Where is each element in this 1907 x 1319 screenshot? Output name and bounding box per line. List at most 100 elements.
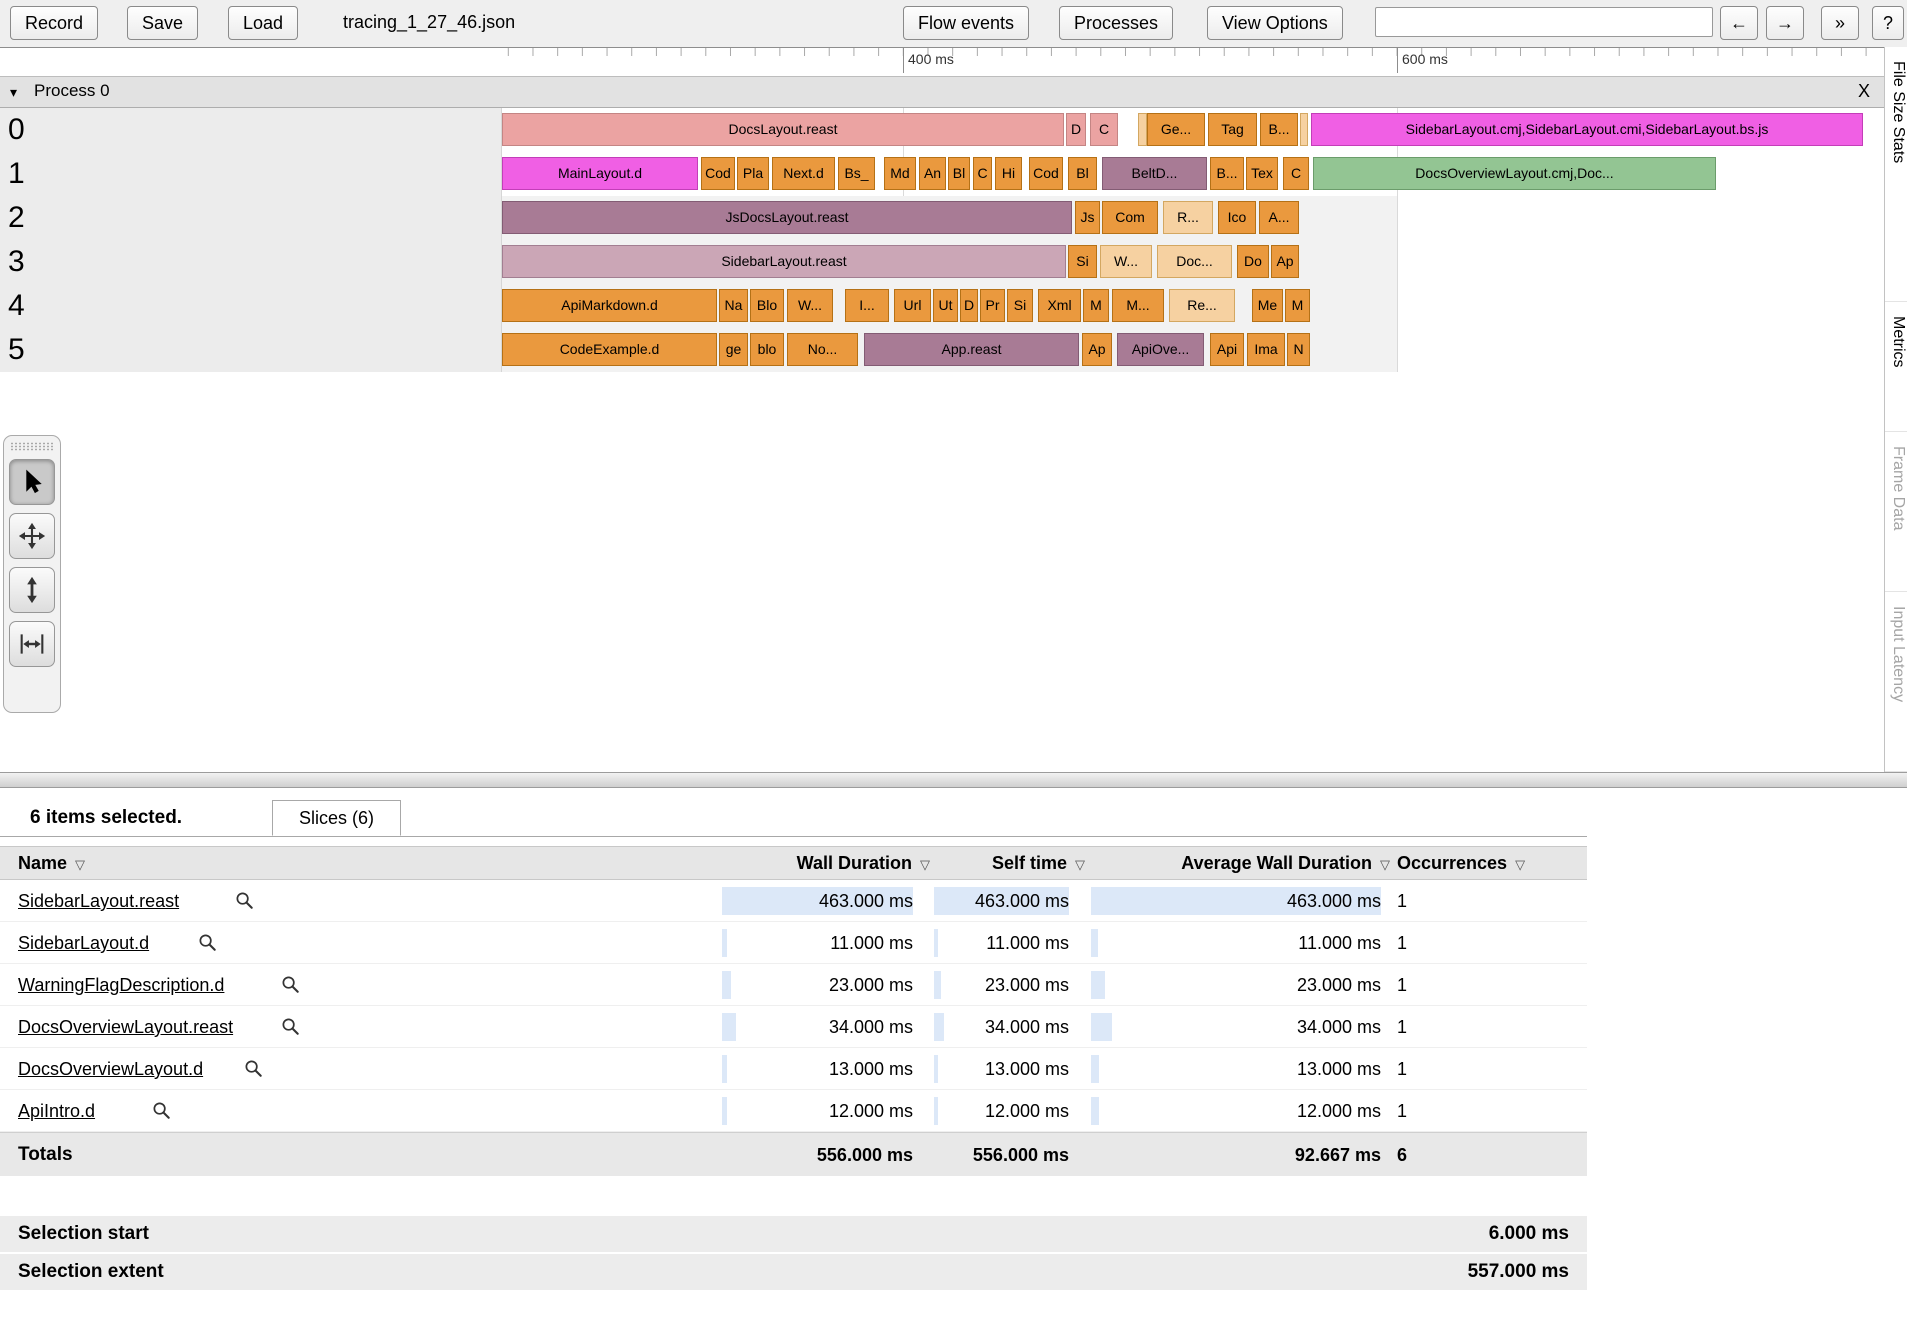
trace-slice[interactable]: Js — [1075, 201, 1100, 234]
trace-slice[interactable]: Ut — [933, 289, 958, 322]
trace-slice[interactable]: Ico — [1218, 201, 1256, 234]
slice-name-link[interactable]: DocsOverviewLayout.d — [18, 1048, 203, 1090]
palette-grip[interactable] — [10, 442, 54, 451]
sort-arrow-icon[interactable]: ▽ — [1515, 857, 1525, 872]
tab-slices[interactable]: Slices (6) — [272, 800, 402, 836]
sort-arrow-icon[interactable]: ▽ — [75, 857, 85, 872]
vertical-zoom-tool-button[interactable] — [9, 567, 55, 613]
trace-slice[interactable]: Doc... — [1157, 245, 1232, 278]
trace-slice[interactable]: Ge... — [1147, 113, 1205, 146]
trace-slice[interactable]: C — [1283, 157, 1309, 190]
trace-slice[interactable]: W... — [1100, 245, 1152, 278]
trace-slice[interactable]: Ap — [1271, 245, 1299, 278]
trace-slice[interactable]: BeltD... — [1102, 157, 1207, 190]
trace-slice[interactable]: ApiOve... — [1117, 333, 1204, 366]
trace-slice[interactable]: M... — [1112, 289, 1164, 322]
trace-slice[interactable]: ApiMarkdown.d — [502, 289, 717, 322]
close-process-icon[interactable]: X — [1858, 81, 1870, 102]
trace-slice[interactable]: Md — [884, 157, 916, 190]
trace-slice[interactable]: ge — [719, 333, 748, 366]
help-button[interactable]: ? — [1872, 6, 1904, 40]
trace-slice[interactable]: W... — [787, 289, 833, 322]
trace-slice[interactable]: Com — [1102, 201, 1158, 234]
trace-slice[interactable]: B... — [1210, 157, 1244, 190]
trace-slice[interactable]: Cod — [701, 157, 735, 190]
trace-slice[interactable]: Bl — [948, 157, 970, 190]
select-tool-button[interactable] — [9, 459, 55, 505]
magnifier-icon[interactable] — [281, 1017, 300, 1041]
trace-slice[interactable]: Tag — [1208, 113, 1257, 146]
column-header-name[interactable]: Name ▽ — [18, 847, 318, 881]
trace-slice[interactable]: B... — [1260, 113, 1298, 146]
trace-slice[interactable]: Cod — [1029, 157, 1063, 190]
trace-slice[interactable]: C — [973, 157, 992, 190]
side-tab-file-size-stats[interactable]: File Size Stats — [1885, 47, 1907, 302]
magnifier-icon[interactable] — [235, 891, 254, 915]
slice-name-link[interactable]: ApiIntro.d — [18, 1090, 95, 1132]
pan-tool-button[interactable] — [9, 513, 55, 559]
trace-slice[interactable]: CodeExample.d — [502, 333, 717, 366]
collapse-triangle-icon[interactable]: ▾ — [10, 84, 17, 101]
trace-slice[interactable]: D — [1066, 113, 1086, 146]
trace-slice[interactable]: Si — [1007, 289, 1033, 322]
column-header-occ[interactable]: Occurrences ▽ — [1397, 847, 1582, 881]
trace-slice[interactable]: M — [1083, 289, 1109, 322]
slice-name-link[interactable]: DocsOverviewLayout.reast — [18, 1006, 233, 1048]
magnifier-icon[interactable] — [244, 1059, 263, 1083]
processes-button[interactable]: Processes — [1059, 6, 1174, 40]
trace-slice[interactable]: Blo — [750, 289, 784, 322]
flow-events-button[interactable]: Flow events — [903, 6, 1030, 40]
trace-slice[interactable]: Si — [1068, 245, 1097, 278]
trace-slice[interactable]: Me — [1252, 289, 1283, 322]
trace-slice[interactable]: JsDocsLayout.reast — [502, 201, 1072, 234]
trace-slice[interactable]: M — [1285, 289, 1310, 322]
search-input[interactable] — [1375, 7, 1713, 37]
trace-slice[interactable]: Xml — [1038, 289, 1081, 322]
save-button[interactable]: Save — [127, 6, 199, 40]
trace-slice[interactable]: Re... — [1169, 289, 1235, 322]
trace-slice[interactable]: DocsOverviewLayout.cmj,Doc... — [1313, 157, 1716, 190]
view-options-button[interactable]: View Options — [1207, 6, 1343, 40]
trace-slice[interactable]: D — [960, 289, 978, 322]
trace-slice[interactable]: Bs_ — [838, 157, 875, 190]
trace-slice[interactable]: R... — [1163, 201, 1213, 234]
trace-slice[interactable]: I... — [845, 289, 889, 322]
column-header-avg[interactable]: Average Wall Duration ▽ — [990, 847, 1390, 881]
trace-slice[interactable]: Tex — [1246, 157, 1278, 190]
trace-slice[interactable]: MainLayout.d — [502, 157, 698, 190]
trace-slice[interactable]: An — [919, 157, 946, 190]
trace-slice[interactable]: A... — [1259, 201, 1299, 234]
trace-slice[interactable]: Pla — [737, 157, 769, 190]
trace-slice[interactable]: App.reast — [864, 333, 1079, 366]
find-previous-button[interactable]: ← — [1720, 6, 1758, 40]
timing-span-tool-button[interactable] — [9, 621, 55, 667]
slice-name-link[interactable]: WarningFlagDescription.d — [18, 964, 224, 1006]
side-tab-input-latency[interactable]: Input Latency — [1885, 592, 1907, 772]
sort-arrow-icon[interactable]: ▽ — [1380, 857, 1390, 872]
load-button[interactable]: Load — [228, 6, 299, 40]
magnifier-icon[interactable] — [281, 975, 300, 999]
trace-slice[interactable]: Hi — [995, 157, 1022, 190]
trace-slice[interactable] — [1300, 113, 1308, 146]
slice-name-link[interactable]: SidebarLayout.d — [18, 922, 149, 964]
record-button[interactable]: Record — [10, 6, 99, 40]
trace-slice[interactable]: Do — [1237, 245, 1269, 278]
trace-slice[interactable]: C — [1090, 113, 1118, 146]
magnifier-icon[interactable] — [152, 1101, 171, 1125]
trace-slice[interactable]: SidebarLayout.cmj,SidebarLayout.cmi,Side… — [1311, 113, 1863, 146]
process-header[interactable]: ▾ Process 0 X — [0, 76, 1884, 108]
trace-slice[interactable]: No... — [787, 333, 858, 366]
pane-splitter[interactable] — [0, 772, 1907, 788]
side-tab-frame-data[interactable]: Frame Data — [1885, 432, 1907, 592]
trace-slice[interactable]: Next.d — [772, 157, 835, 190]
magnifier-icon[interactable] — [198, 933, 217, 957]
trace-slice[interactable]: Url — [894, 289, 931, 322]
trace-slice[interactable]: blo — [750, 333, 784, 366]
side-tab-metrics[interactable]: Metrics — [1885, 302, 1907, 432]
trace-slice[interactable]: Bl — [1068, 157, 1097, 190]
trace-slice[interactable]: Ima — [1247, 333, 1285, 366]
trace-slice[interactable] — [1138, 113, 1147, 146]
trace-slice[interactable]: N — [1287, 333, 1310, 366]
trace-slice[interactable]: DocsLayout.reast — [502, 113, 1064, 146]
trace-slice[interactable]: Api — [1210, 333, 1244, 366]
